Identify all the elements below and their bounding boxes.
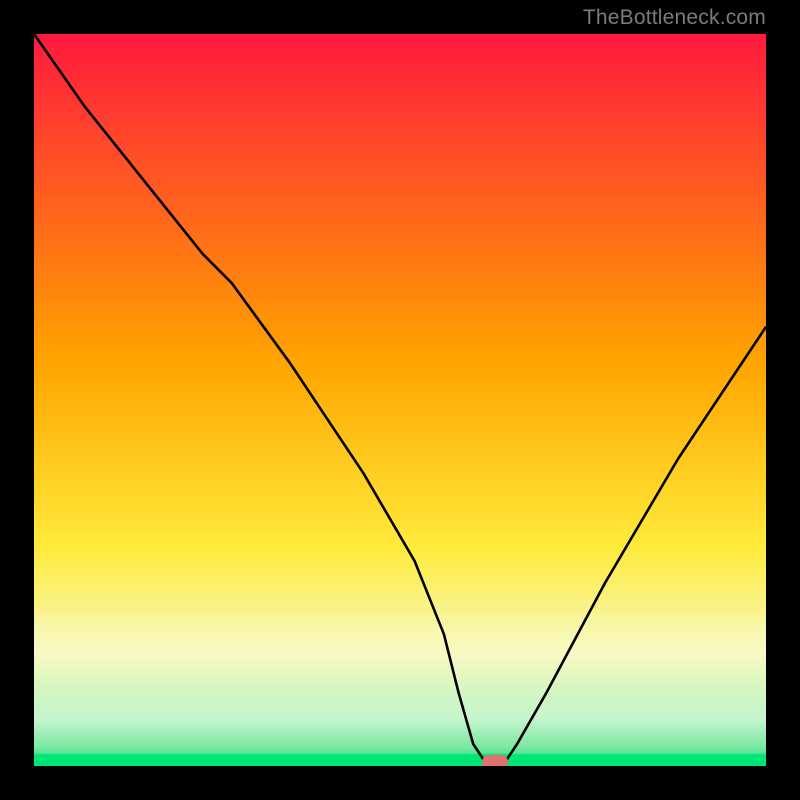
- optimum-marker: [482, 755, 508, 766]
- chart-frame: TheBottleneck.com: [0, 0, 800, 800]
- bottleneck-curve: [34, 34, 766, 766]
- watermark-source: TheBottleneck.com: [583, 6, 766, 30]
- plot-area: [34, 34, 766, 766]
